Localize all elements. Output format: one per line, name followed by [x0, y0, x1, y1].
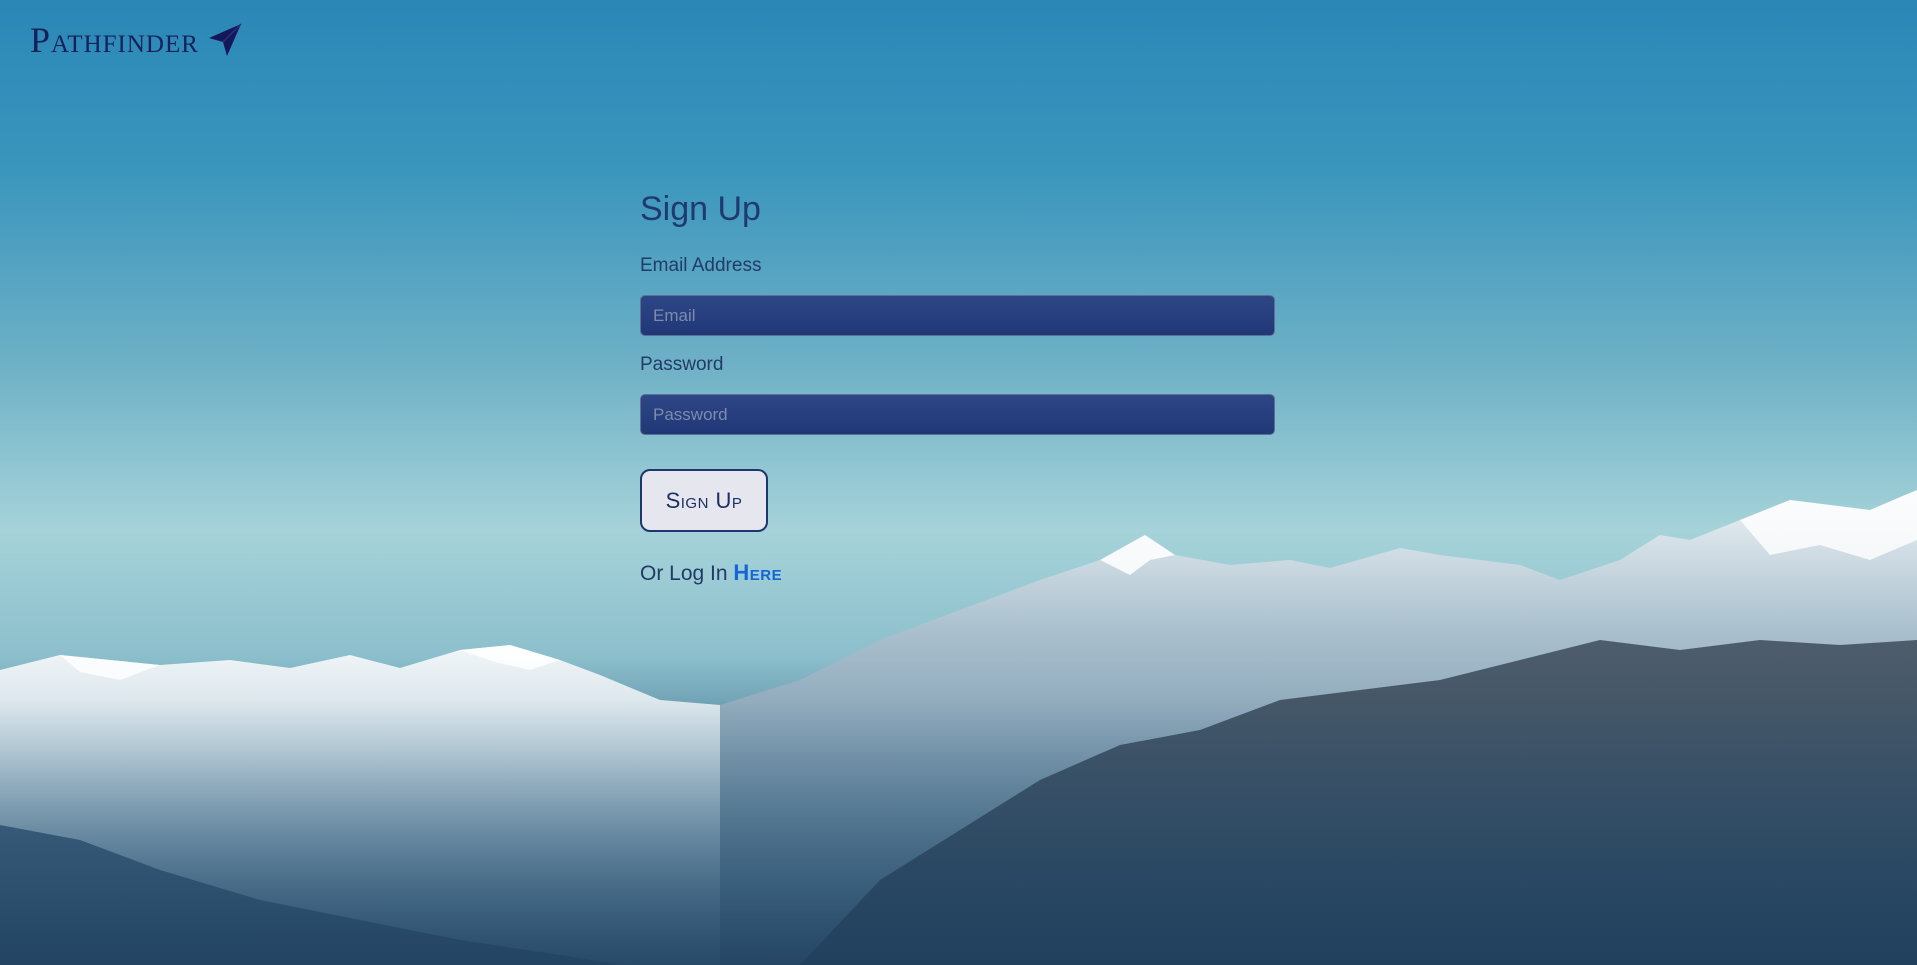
- email-field[interactable]: [640, 295, 1275, 336]
- email-label: Email Address: [640, 255, 762, 276]
- sign-up-button[interactable]: Sign Up: [640, 469, 768, 532]
- login-prompt: Or Log In Here: [640, 560, 1275, 586]
- brand-name: Pathfinder: [30, 20, 199, 60]
- brand-logo[interactable]: Pathfinder: [30, 20, 245, 60]
- signup-form: Sign Up Email Address Password Sign Up O…: [640, 190, 1275, 586]
- page-title: Sign Up: [640, 190, 761, 228]
- paper-plane-icon: [205, 20, 245, 60]
- password-field[interactable]: [640, 394, 1275, 435]
- login-prompt-text: Or Log In: [640, 562, 728, 585]
- login-link[interactable]: Here: [733, 560, 782, 585]
- password-label: Password: [640, 354, 724, 375]
